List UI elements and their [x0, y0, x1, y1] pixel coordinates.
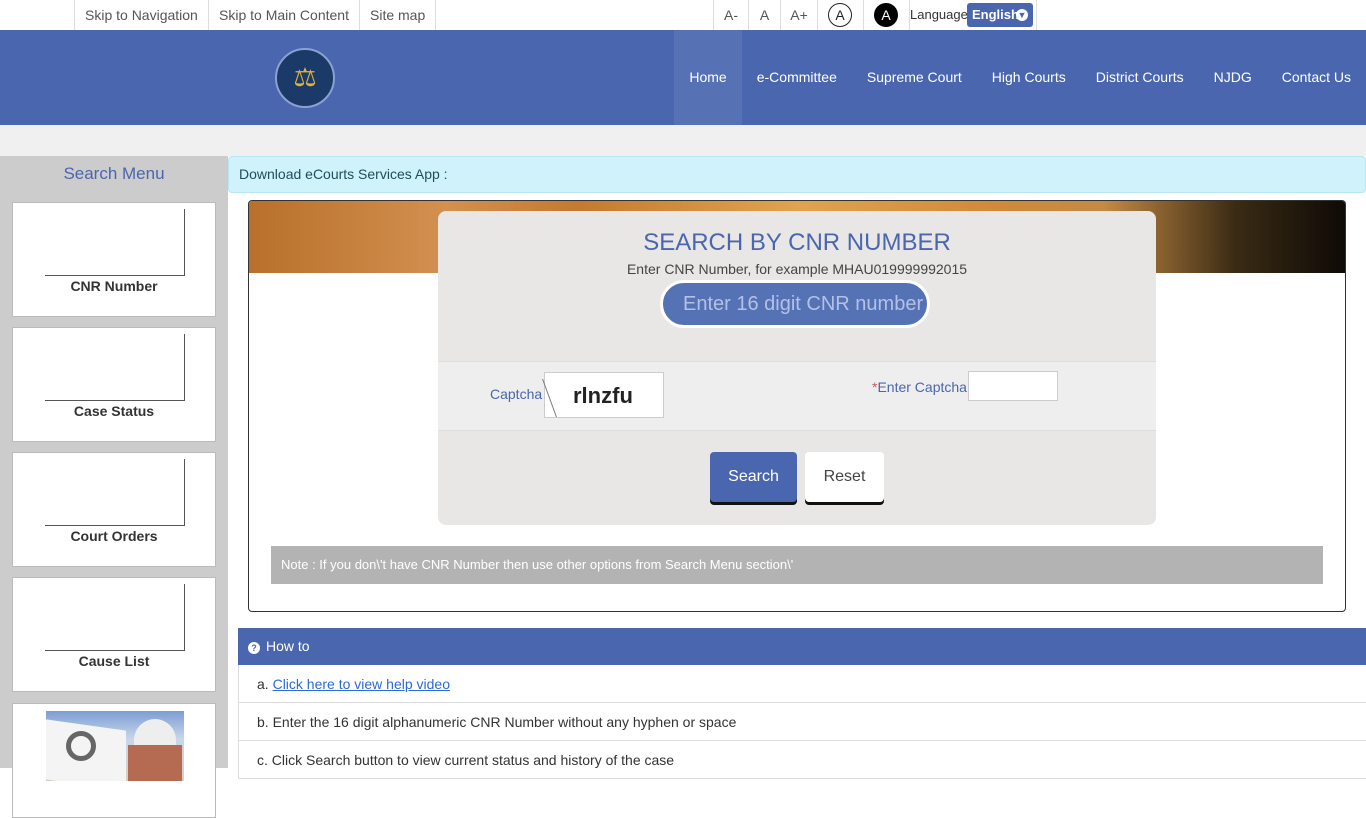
captcha-input[interactable] — [968, 371, 1058, 401]
language-value: English — [972, 7, 1019, 22]
language-label: Language — [910, 7, 968, 22]
top-utility-bar: Skip to Navigation Skip to Main Content … — [0, 0, 1366, 30]
site-header: ⚖ Home e-Committee Supreme Court High Co… — [0, 30, 1366, 125]
sidebar-item-cause-list[interactable]: Cause List — [12, 577, 216, 692]
font-decrease-button[interactable]: A- — [713, 0, 748, 30]
sidebar-item-cnr-number[interactable]: CNR Number — [12, 202, 216, 317]
captcha-row: Captcha rlnzfu *Enter Captcha — [438, 361, 1156, 431]
contrast-dark-button[interactable]: A — [874, 3, 898, 27]
captcha-image: rlnzfu — [542, 372, 664, 418]
sidebar-item-label: Cause List — [78, 653, 150, 669]
site-map-link[interactable]: Site map — [359, 0, 437, 30]
case-status-image — [45, 334, 185, 401]
download-circle-icon: ▼ — [1016, 9, 1028, 21]
cause-list-image — [45, 584, 185, 651]
help-video-link[interactable]: Click here to view help video — [273, 676, 450, 692]
font-increase-button[interactable]: A+ — [780, 0, 817, 30]
nav-supreme-court[interactable]: Supreme Court — [852, 30, 977, 125]
sidebar-item-case-status[interactable]: Case Status — [12, 327, 216, 442]
enter-captcha-text: Enter Captcha — [877, 379, 967, 395]
nav-home[interactable]: Home — [674, 30, 742, 125]
skip-to-main-content-link[interactable]: Skip to Main Content — [208, 0, 359, 30]
how-to-item: a. Click here to view help video — [238, 665, 1366, 703]
cnr-number-image — [45, 209, 185, 276]
sidebar-item-label: Court Orders — [70, 528, 158, 544]
cnr-example-text: Enter CNR Number, for example MHAU019999… — [626, 261, 968, 277]
sidebar-title: Search Menu — [63, 164, 165, 183]
font-normal-button[interactable]: A — [748, 0, 780, 30]
how-to-section: ? How to a. Click here to view help video… — [238, 628, 1366, 779]
sidebar-item-case-search[interactable] — [12, 703, 216, 818]
divider — [1036, 0, 1037, 30]
sidebar-item-court-orders[interactable]: Court Orders — [12, 452, 216, 567]
nav-njdg[interactable]: NJDG — [1199, 30, 1267, 125]
supreme-court-search-image — [46, 711, 184, 781]
sidebar-item-label: CNR Number — [70, 278, 158, 294]
spacer-bar — [0, 125, 1366, 156]
ecourts-logo[interactable]: ⚖ — [275, 48, 335, 108]
nav-district-courts[interactable]: District Courts — [1081, 30, 1199, 125]
court-dome-graphic — [134, 719, 176, 747]
page-title: SEARCH BY CNR NUMBER — [643, 229, 951, 256]
reset-button[interactable]: Reset — [805, 452, 884, 502]
court-building-graphic — [128, 745, 182, 781]
how-to-item: b. Enter the 16 digit alphanumeric CNR N… — [238, 703, 1366, 741]
nav-contact-us[interactable]: Contact Us — [1267, 30, 1366, 125]
how-to-title: How to — [266, 638, 310, 654]
enter-captcha-label: *Enter Captcha — [872, 379, 967, 395]
captcha-text: rlnzfu — [573, 383, 633, 408]
cnr-number-input[interactable] — [660, 280, 930, 328]
magnifier-icon — [66, 731, 96, 761]
note-bar: Note : If you don\'t have CNR Number the… — [271, 546, 1323, 584]
contrast-normal-button[interactable]: A — [828, 3, 852, 27]
nav-high-courts[interactable]: High Courts — [977, 30, 1081, 125]
sidebar-item-label: Case Status — [73, 403, 155, 419]
search-form: SEARCH BY CNR NUMBER Enter CNR Number, f… — [438, 211, 1156, 525]
nav-e-committee[interactable]: e-Committee — [742, 30, 852, 125]
search-button[interactable]: Search — [710, 452, 797, 502]
scales-of-justice-icon: ⚖ — [293, 62, 317, 92]
download-app-notice: Download eCourts Services App : — [228, 156, 1366, 193]
how-to-item: c. Click Search button to view current s… — [238, 741, 1366, 779]
question-circle-icon: ? — [248, 642, 260, 654]
captcha-label: Captcha — [490, 386, 543, 402]
main-nav: Home e-Committee Supreme Court High Cour… — [674, 30, 1366, 125]
court-orders-image — [45, 459, 185, 526]
search-menu-sidebar: Search Menu CNR Number Case Status Court… — [0, 156, 228, 818]
skip-to-navigation-link[interactable]: Skip to Navigation — [74, 0, 208, 30]
language-select[interactable]: English ▼ — [967, 3, 1033, 27]
how-to-header[interactable]: ? How to — [238, 628, 1366, 665]
how-to-prefix: a. — [257, 676, 273, 692]
captcha-noise — [542, 379, 566, 417]
